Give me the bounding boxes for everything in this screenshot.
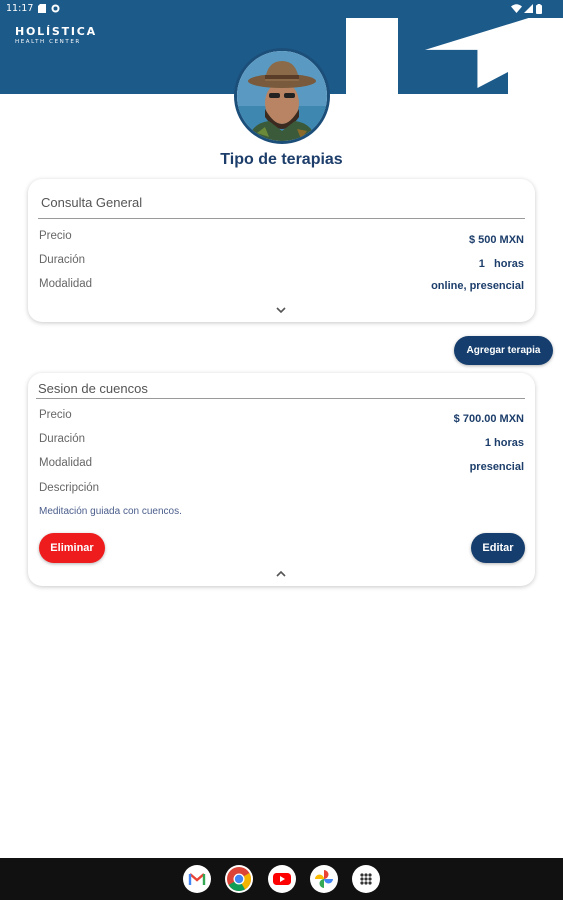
therapy-title: Sesion de cuencos bbox=[38, 381, 148, 396]
brand-logo: HOLÍSTICA HEALTH CENTER bbox=[15, 25, 97, 45]
edit-button[interactable]: Editar bbox=[471, 533, 525, 563]
chevron-down-icon[interactable] bbox=[274, 305, 288, 315]
therapy-card-consulta-general[interactable]: Consulta General Precio $ 500 MXN Duraci… bbox=[28, 179, 535, 322]
price-value: $ 700.00 MXN bbox=[453, 413, 524, 425]
price-value: $ 500 MXN bbox=[468, 234, 524, 246]
price-label: Precio bbox=[39, 230, 72, 242]
mode-label: Modalidad bbox=[39, 457, 93, 469]
mode-value: online, presencial bbox=[431, 280, 524, 292]
therapy-title: Consulta General bbox=[41, 195, 143, 210]
status-time: 11:17 bbox=[6, 3, 34, 14]
page-title: Tipo de terapias bbox=[220, 151, 343, 168]
mode-value: presencial bbox=[469, 461, 524, 473]
sync-icon bbox=[51, 4, 60, 13]
brand-tagline: HEALTH CENTER bbox=[15, 39, 81, 45]
avatar[interactable] bbox=[234, 48, 330, 144]
duration-label: Duración bbox=[39, 433, 86, 445]
therapy-card-sesion-de-cuencos[interactable]: Sesion de cuencos Precio $ 700.00 MXN Du… bbox=[28, 373, 535, 586]
youtube-icon[interactable] bbox=[268, 865, 296, 893]
title-divider bbox=[36, 398, 525, 399]
duration-value: 1 horas bbox=[478, 258, 524, 270]
wifi-icon bbox=[511, 4, 522, 13]
duration-value: 1 horas bbox=[484, 437, 524, 449]
gmail-icon[interactable] bbox=[183, 865, 211, 893]
bottom-dock bbox=[0, 858, 563, 900]
duration-label: Duración bbox=[39, 254, 86, 266]
photos-icon[interactable] bbox=[310, 865, 338, 893]
mode-label: Modalidad bbox=[39, 278, 93, 290]
signal-icon bbox=[524, 4, 533, 13]
chrome-icon[interactable] bbox=[225, 865, 253, 893]
status-bar: 11:17 bbox=[0, 0, 563, 18]
sd-card-icon bbox=[38, 4, 46, 13]
brand-name: HOLÍSTICA bbox=[15, 25, 97, 38]
description-label: Descripción bbox=[39, 482, 100, 494]
delete-button[interactable]: Eliminar bbox=[39, 533, 105, 563]
price-label: Precio bbox=[39, 409, 72, 421]
app-drawer-icon[interactable] bbox=[352, 865, 380, 893]
profile-photo bbox=[237, 51, 327, 141]
banner-shape-left bbox=[346, 18, 398, 94]
description-text: Meditación guiada con cuencos. bbox=[39, 506, 182, 517]
chevron-up-icon[interactable] bbox=[274, 569, 288, 579]
battery-icon bbox=[536, 4, 542, 14]
add-therapy-button[interactable]: Agregar terapia bbox=[454, 336, 553, 365]
title-divider bbox=[38, 218, 525, 219]
